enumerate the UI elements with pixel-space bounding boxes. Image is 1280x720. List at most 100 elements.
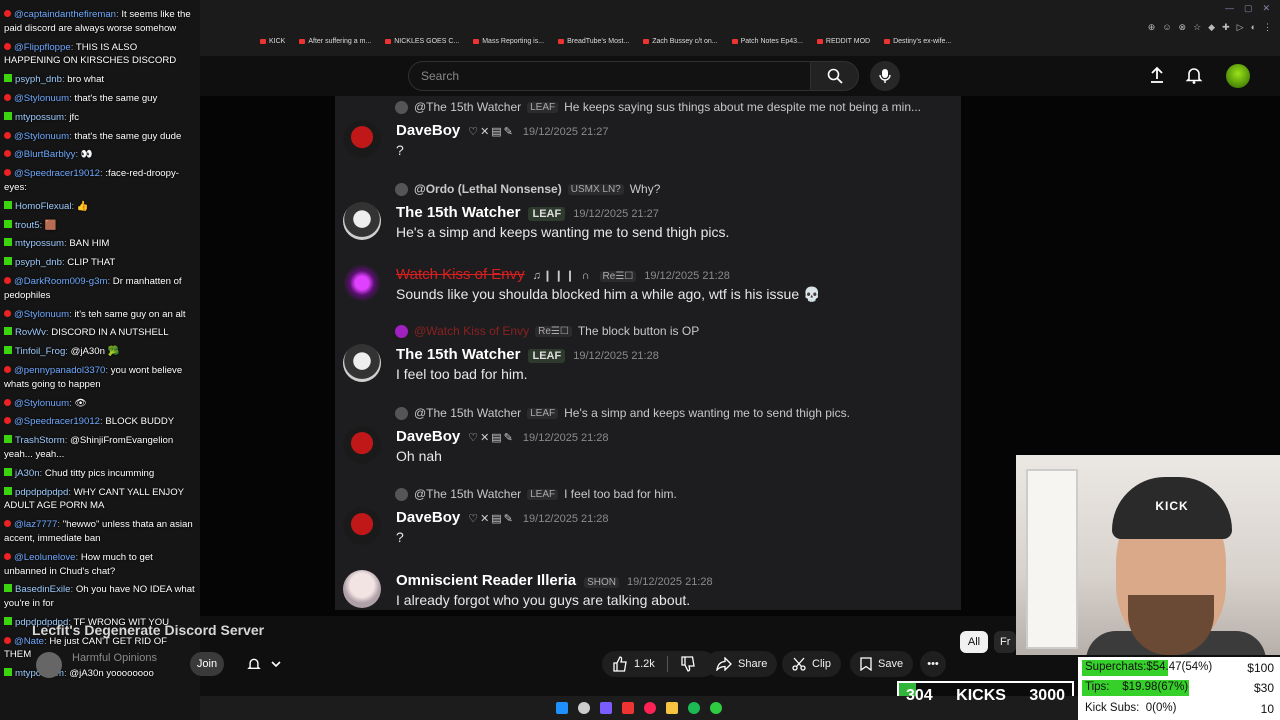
timestamp: 19/12/2025 21:28 [626,576,713,588]
thumbs-up-icon[interactable] [612,656,628,672]
browser-icon[interactable] [622,702,634,714]
microphone-icon [879,69,891,83]
superchats-target: $100 [1247,661,1274,675]
translate-icon[interactable]: ⊗ [1179,22,1187,33]
chat-username: HomoFlexual [15,200,72,212]
zoom-icon[interactable]: ⊕ [1148,22,1156,33]
minimize-icon[interactable]: — [1225,3,1234,14]
reply-badge: LEAF [527,101,559,113]
reply-text: I feel too bad for him. [564,487,677,501]
chat-username: Tinfoil_Frog [15,346,66,358]
chat-username: @Stylonuum [14,130,70,142]
volume-icon[interactable]: ◐ [1251,22,1256,33]
chat-message: psyph_dnb: CLIP THAT [4,256,196,270]
clip-button[interactable]: Clip [782,651,841,677]
message-text: He's a simp and keeps wanting me to send… [396,224,730,240]
bookmark-item[interactable]: Patch Notes Ep43... [732,38,803,45]
message-text: I feel too bad for him. [396,366,528,382]
role-icons: ♡✕▤✎ [468,126,515,138]
kick-icon [4,435,12,444]
kick-goal-current: 304 [906,687,933,704]
discord-icon[interactable] [600,702,612,714]
bookmark-item[interactable]: Destiny's ex-wife... [884,38,951,45]
reply-username: @Ordo (Lethal Nonsense) [414,182,562,196]
join-button[interactable]: Join [190,652,224,676]
kick-icon [4,200,12,209]
share-button[interactable]: Share [706,651,778,677]
bookmark-icon[interactable]: ☆ [1193,22,1201,33]
thumbs-down-icon[interactable] [680,656,696,672]
message-header: The 15th Watcher LEAF 19/12/2025 21:28 [396,346,659,363]
play-icon[interactable]: ▷ [1237,22,1244,33]
windows-start-icon[interactable] [556,702,568,714]
reply-text: He keeps saying sus things about me desp… [564,100,922,114]
bookmark-item[interactable]: Zach Bussey c/t on... [643,38,717,45]
bookmark-item[interactable]: After suffering a m... [299,38,371,45]
kick-icon [4,257,12,266]
upload-icon[interactable] [1148,66,1166,89]
youtube-icon [4,636,11,644]
close-icon[interactable]: ✕ [1262,3,1270,14]
role-badge: Re☰☐ [599,271,637,282]
chat-message: @Leolunelove: How much to get unbanned i… [4,551,153,577]
save-button[interactable]: Save [850,651,914,677]
folder-icon[interactable] [666,702,678,714]
reply-text: The block button is OP [577,324,700,338]
user-avatar [343,344,381,382]
chat-username: @BlurtBarblyy [14,149,76,161]
bookmark-item[interactable]: BreadTube's Most... [558,38,629,45]
reply-badge: USMX LN? [567,183,624,195]
kick-goal-target: 3000 [1029,687,1065,704]
spotify-icon[interactable] [688,702,700,714]
emoji-icon[interactable]: ☺ [1162,22,1171,33]
search-input[interactable]: Search [408,61,811,91]
bookmark-item[interactable]: Mass Reporting is... [473,38,544,45]
youtube-icon [4,417,11,425]
bookmark-item[interactable]: KICK [260,38,285,45]
reply-badge: Re☰☐ [535,325,572,337]
shield-icon[interactable]: ◆ [1208,22,1215,33]
filter-chip-next[interactable]: Fr [994,631,1017,653]
menu-icon[interactable]: ⋮ [1263,22,1272,33]
bookmark-item[interactable]: REDDIT MOD [817,38,870,45]
user-avatar [343,202,381,240]
kick-icon [4,467,12,476]
discord-screenshot: @The 15th Watcher LEAF He keeps saying s… [335,96,961,610]
filter-chip-all[interactable]: All [960,631,988,653]
bell-icon [247,658,261,669]
save-label: Save [878,658,904,670]
chat-username: @Stylonuum [14,308,70,320]
search-icon[interactable] [578,702,590,714]
chrome-icon[interactable] [644,702,656,714]
chat-message: trout5: 🟫 [4,219,196,233]
notifications-icon[interactable] [1185,66,1203,89]
search-button[interactable] [811,61,859,91]
channel-name[interactable]: Harmful Opinions [72,652,157,664]
divider [666,656,668,672]
extension-icons: ⊕ ☺ ⊗ ☆ ◆ ✚ ▷ ◐ ⋮ [1148,22,1272,33]
chat-message: @Stylonuum: it's teh same guy on an alt [4,308,196,322]
voice-search-button[interactable] [870,61,900,91]
chat-username: @DarkRoom009-g3m [14,275,108,287]
timestamp: 19/12/2025 21:28 [644,270,730,282]
youtube-icon [4,131,11,139]
message-text: Sounds like you shoulda blocked him a wh… [396,286,821,302]
chat-username: psyph_dnb [15,74,62,86]
maximize-icon[interactable]: ▢ [1244,3,1253,14]
reply-username: @The 15th Watcher [414,487,522,501]
more-actions-button[interactable]: ••• [920,651,946,677]
tips-goal: Tips: $19.98(67%) $30 [1078,678,1280,698]
chat-message: @laz7777: "hewwo" unless thata an asian … [4,519,193,544]
subscription-bell-button[interactable] [236,652,292,676]
message-header: DaveBoy ♡✕▤✎ 19/12/2025 21:28 [396,509,609,526]
youtube-icon [4,365,11,373]
channel-avatar[interactable] [36,652,62,678]
account-avatar[interactable] [1226,64,1250,88]
extension-icon[interactable]: ✚ [1222,22,1230,33]
message-text: ? [396,529,404,545]
xbox-icon[interactable] [710,702,722,714]
reply-preview: @The 15th Watcher LEAF He's a simp and k… [395,406,850,420]
chat-message: HomoFlexual: 👍 [4,200,196,214]
like-count[interactable]: 1.2k [634,658,655,670]
bookmark-item[interactable]: NICKLES GOES C... [385,38,459,45]
